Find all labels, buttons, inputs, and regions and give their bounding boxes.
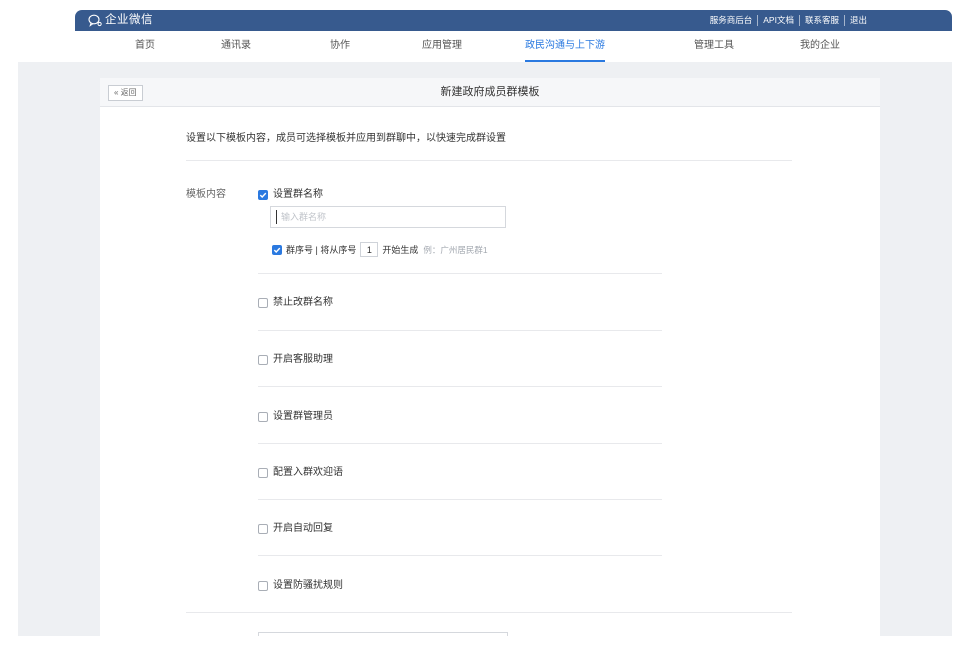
serial-example-hint: 例：广州居民群1 [423, 244, 488, 255]
card-header: « 返回 新建政府成员群模板 [100, 78, 880, 107]
nav-app-management[interactable]: 应用管理 [422, 40, 462, 52]
main-nav: 首页 通讯录 协作 应用管理 政民沟通与上下游 管理工具 我的企业 [75, 31, 952, 62]
next-field-box[interactable] [258, 632, 508, 636]
group-name-checkbox[interactable] [258, 189, 268, 200]
check-icon [273, 247, 281, 253]
template-form-card: « 返回 新建政府成员群模板 设置以下模板内容，成员可选择模板并应用到群聊中，以… [100, 78, 880, 636]
option-anti-harassment: 设置防骚扰规则 [258, 579, 343, 592]
divider [258, 555, 662, 556]
nav-admin-tools[interactable]: 管理工具 [694, 40, 734, 52]
logo-text: 企业微信 [105, 14, 153, 26]
customer-service-checkbox[interactable] [258, 354, 268, 365]
link-api-docs[interactable]: API文档 [757, 15, 799, 26]
divider [258, 499, 662, 500]
app-window: 企业微信 服务商后台 API文档 联系客服 退出 首页 通讯录 协作 应用管理 … [0, 0, 962, 650]
welcome-message-checkbox[interactable] [258, 467, 268, 478]
option-group-name: 设置群名称 [258, 188, 323, 201]
option-label: 开启客服助理 [273, 354, 333, 365]
forbid-rename-checkbox[interactable] [258, 297, 268, 308]
nav-my-enterprise[interactable]: 我的企业 [800, 40, 840, 52]
option-forbid-rename: 禁止改群名称 [258, 296, 333, 309]
divider [258, 330, 662, 331]
option-label: 配置入群欢迎语 [273, 467, 343, 478]
serial-prefix-label: 群序号 | 将从序号 [286, 244, 357, 255]
option-label: 设置群管理员 [273, 411, 333, 422]
option-group-admins: 设置群管理员 [258, 410, 333, 423]
nav-contacts[interactable]: 通讯录 [221, 40, 251, 52]
link-provider-console[interactable]: 服务商后台 [705, 15, 758, 26]
check-icon [259, 192, 267, 198]
link-contact-support[interactable]: 联系客服 [798, 15, 844, 26]
serial-number-row: 群序号 | 将从序号 开始生成 例：广州居民群1 [272, 242, 488, 257]
option-customer-service-assistant: 开启客服助理 [258, 353, 333, 366]
option-auto-reply: 开启自动回复 [258, 522, 333, 535]
option-welcome-message: 配置入群欢迎语 [258, 466, 343, 479]
section-label-template-content: 模板内容 [186, 189, 226, 200]
nav-home[interactable]: 首页 [135, 40, 155, 52]
option-label: 开启自动回复 [273, 523, 333, 534]
option-label: 禁止改群名称 [273, 297, 333, 308]
auto-reply-checkbox[interactable] [258, 523, 268, 534]
serial-start-input[interactable] [360, 242, 379, 257]
serial-number-checkbox[interactable] [272, 244, 282, 255]
page-title: 新建政府成员群模板 [440, 86, 540, 98]
serial-suffix-label: 开始生成 [382, 244, 419, 255]
anti-harassment-checkbox[interactable] [258, 580, 268, 591]
group-name-label: 设置群名称 [273, 189, 323, 200]
divider [258, 386, 662, 387]
intro-text: 设置以下模板内容，成员可选择模板并应用到群聊中，以快速完成群设置 [186, 133, 506, 144]
nav-gov-communication[interactable]: 政民沟通与上下游 [525, 40, 605, 62]
text-caret [276, 210, 277, 224]
option-label: 设置防骚扰规则 [273, 580, 343, 591]
logo[interactable]: 企业微信 [88, 13, 153, 27]
wecom-logo-icon [88, 14, 102, 27]
group-name-field [270, 206, 506, 228]
link-logout[interactable]: 退出 [843, 15, 872, 26]
top-bar: 企业微信 服务商后台 API文档 联系客服 退出 [75, 10, 952, 31]
divider [186, 160, 792, 161]
group-name-input[interactable] [270, 206, 506, 228]
nav-collaboration[interactable]: 协作 [330, 40, 350, 52]
divider [258, 443, 662, 444]
divider [186, 612, 792, 613]
header-links: 服务商后台 API文档 联系客服 退出 [705, 15, 872, 26]
divider [258, 273, 662, 274]
group-admins-checkbox[interactable] [258, 411, 268, 422]
